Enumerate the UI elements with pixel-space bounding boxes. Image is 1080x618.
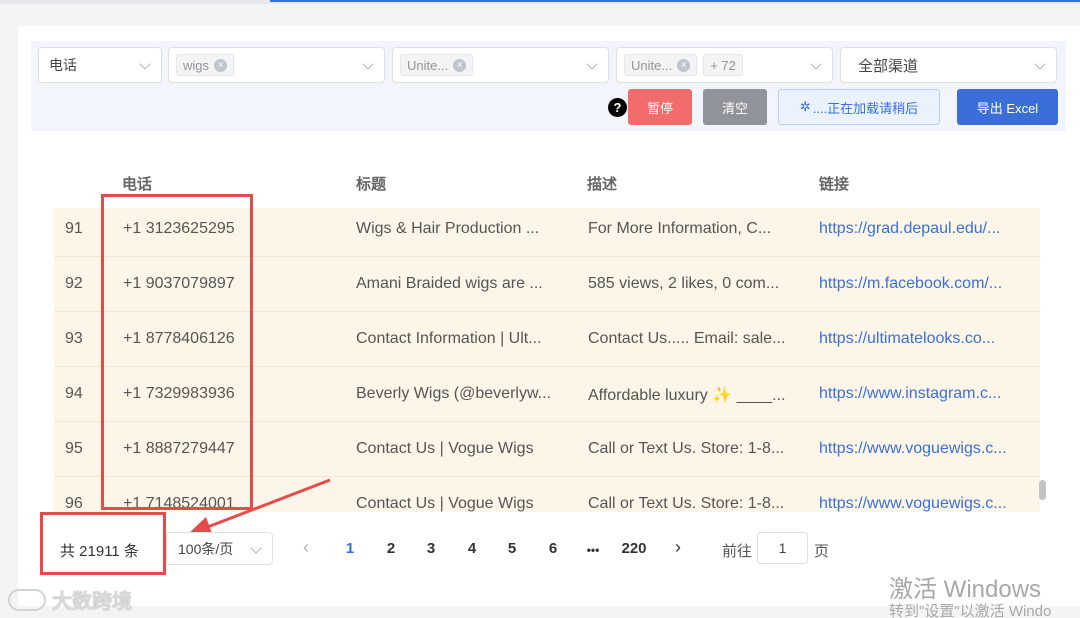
page-suffix-label: 页 [814, 543, 830, 560]
prev-page-button[interactable]: ‹ [294, 537, 318, 558]
chevron-down-icon [250, 542, 262, 554]
page-size-value: 100条/页 [178, 540, 234, 557]
next-page-button[interactable]: › [666, 537, 690, 558]
goto-label: 前往 [722, 543, 753, 560]
page-6[interactable]: 6 [541, 540, 565, 557]
windows-activation-title: 激活 Windows [889, 576, 1042, 603]
page-220[interactable]: 220 [618, 540, 650, 557]
page-4[interactable]: 4 [460, 540, 484, 557]
annotation-arrow [186, 478, 331, 536]
brand-watermark: 大数跨境 [8, 585, 132, 614]
goto-page-input[interactable] [757, 532, 808, 564]
total-count: 共 21911 条 [60, 543, 139, 560]
page-size-select[interactable]: 100条/页 [166, 532, 273, 565]
page-1[interactable]: 1 [338, 540, 362, 557]
windows-activation-subtitle: 转到"设置"以激活 Windo [889, 603, 1052, 618]
brand-watermark-text: 大数跨境 [52, 591, 132, 613]
page-5[interactable]: 5 [500, 540, 524, 557]
page-2[interactable]: 2 [379, 540, 403, 557]
page-3[interactable]: 3 [419, 540, 443, 557]
brand-logo-icon [8, 588, 46, 611]
more-pages-ellipsis[interactable]: ••• [581, 543, 605, 557]
